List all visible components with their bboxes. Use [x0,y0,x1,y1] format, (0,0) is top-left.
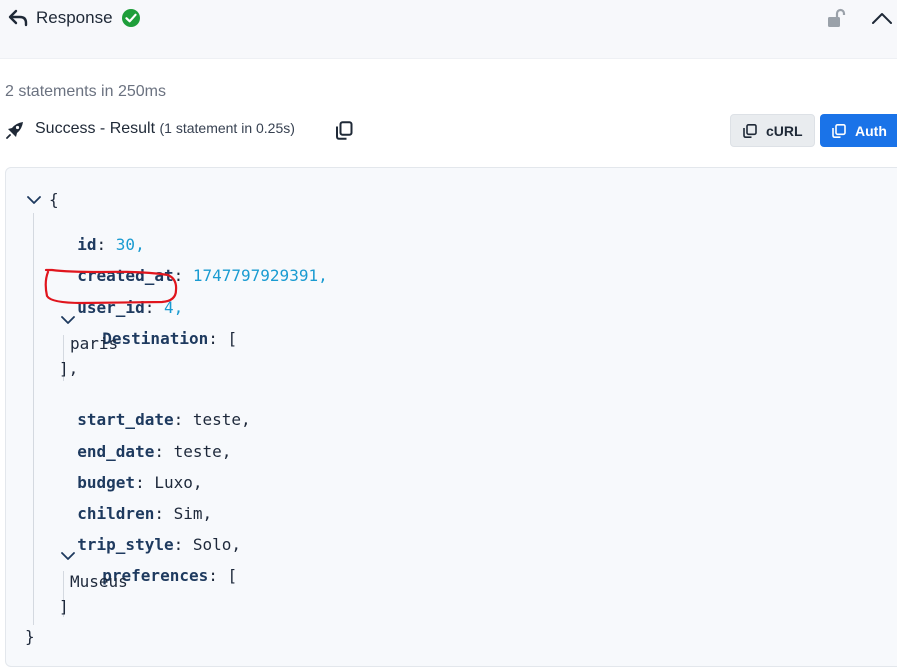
result-detail: (1 statement in 0.25s) [159,120,295,136]
chevron-down-icon[interactable] [27,195,41,205]
curl-button[interactable]: cURL [730,114,815,147]
rocket-icon [6,122,23,139]
result-label: Success - Result [35,120,156,137]
json-open-brace: { [49,190,59,209]
response-title: Response [36,8,113,27]
auth-button-label: Auth [855,122,887,139]
back-arrow-icon[interactable] [8,9,28,27]
json-value: [ [227,566,238,585]
response-header: Response [0,0,897,59]
json-array-close: ], [59,359,79,378]
json-array-item: paris [70,334,119,353]
chevron-up-icon[interactable] [870,8,894,28]
copy-icon [832,123,846,138]
highlight-annotation [44,268,178,305]
auth-button[interactable]: Auth [820,114,897,147]
result-line: Success - Result (1 statement in 0.25s) [35,120,295,138]
copy-icon [743,123,757,138]
statements-summary: 2 statements in 250ms [5,83,166,100]
check-circle-icon [122,9,140,27]
json-value: [ [227,329,238,348]
json-value: 1747797929391, [192,266,328,285]
copy-icon[interactable] [335,121,353,140]
json-array-close: ] [59,597,69,616]
lock-open-icon[interactable] [826,8,846,28]
json-close-brace: } [25,627,35,646]
json-array-item: Museus [70,572,128,591]
curl-button-label: cURL [766,122,803,139]
tree-guide [33,213,34,625]
